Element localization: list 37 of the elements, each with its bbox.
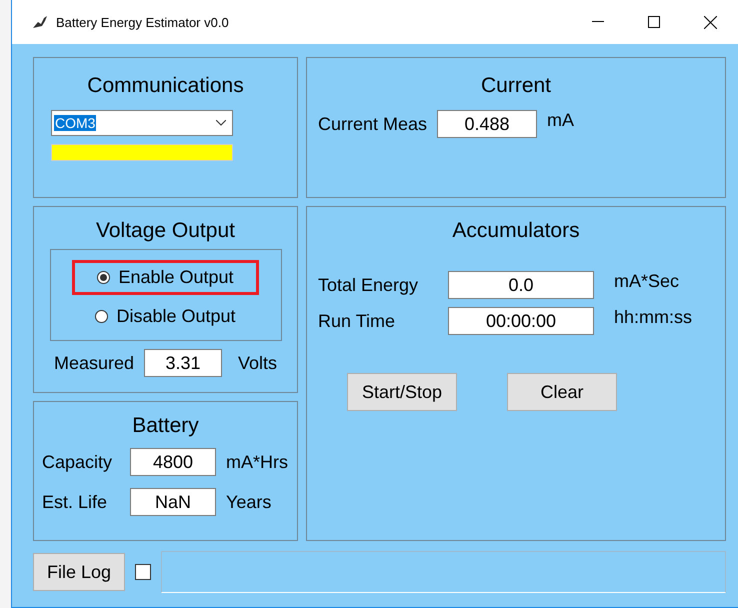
chevron-icon xyxy=(216,120,226,126)
unit-label: mA xyxy=(547,110,574,131)
value-field[interactable]: 4800 xyxy=(130,448,216,476)
maximize-icon xyxy=(648,16,660,28)
current-field[interactable]: 0.488 xyxy=(437,110,538,138)
value-field[interactable]: 0.0 xyxy=(448,271,594,299)
field-label: Measured xyxy=(54,352,134,374)
unit-label: mA*Sec xyxy=(614,271,680,292)
radio-option[interactable]: Enable Output xyxy=(72,260,259,295)
field-label: Total Energy xyxy=(318,274,420,296)
action-button[interactable]: Clear xyxy=(507,373,617,411)
group-title: Battery xyxy=(132,414,199,438)
value-field[interactable]: NaN xyxy=(130,488,216,516)
group-title: Accumulators xyxy=(452,219,580,243)
radio-option[interactable]: Disable Output xyxy=(70,299,261,334)
group-title: Voltage Output xyxy=(96,219,235,243)
group-title: Communications xyxy=(87,74,244,98)
window-title: Battery Energy Estimator v0.0 xyxy=(56,14,230,30)
group-title: Current xyxy=(480,74,552,98)
close-icon xyxy=(704,16,716,28)
unit-label: mA*Hrs xyxy=(226,452,288,472)
unit-label: Volts xyxy=(238,352,278,374)
field-label: Est. Life xyxy=(42,492,108,512)
unit-label: Years xyxy=(226,492,272,512)
field-label: Run Time xyxy=(318,310,396,332)
minimize-icon xyxy=(592,21,604,23)
port-dropdown[interactable]: COM3 xyxy=(51,110,233,136)
measured-field[interactable]: 3.31 xyxy=(144,349,222,377)
value-field[interactable]: 00:00:00 xyxy=(448,307,594,335)
action-button[interactable]: Start/Stop xyxy=(347,373,457,411)
file-log-button[interactable]: File Log xyxy=(33,553,125,591)
app-icon xyxy=(32,15,48,29)
field-label: Capacity xyxy=(42,452,114,472)
field-label: Current Meas xyxy=(318,114,428,134)
log-field[interactable] xyxy=(161,551,726,593)
unit-label: hh:mm:ss xyxy=(614,307,692,328)
log-checkbox[interactable] xyxy=(135,564,151,580)
